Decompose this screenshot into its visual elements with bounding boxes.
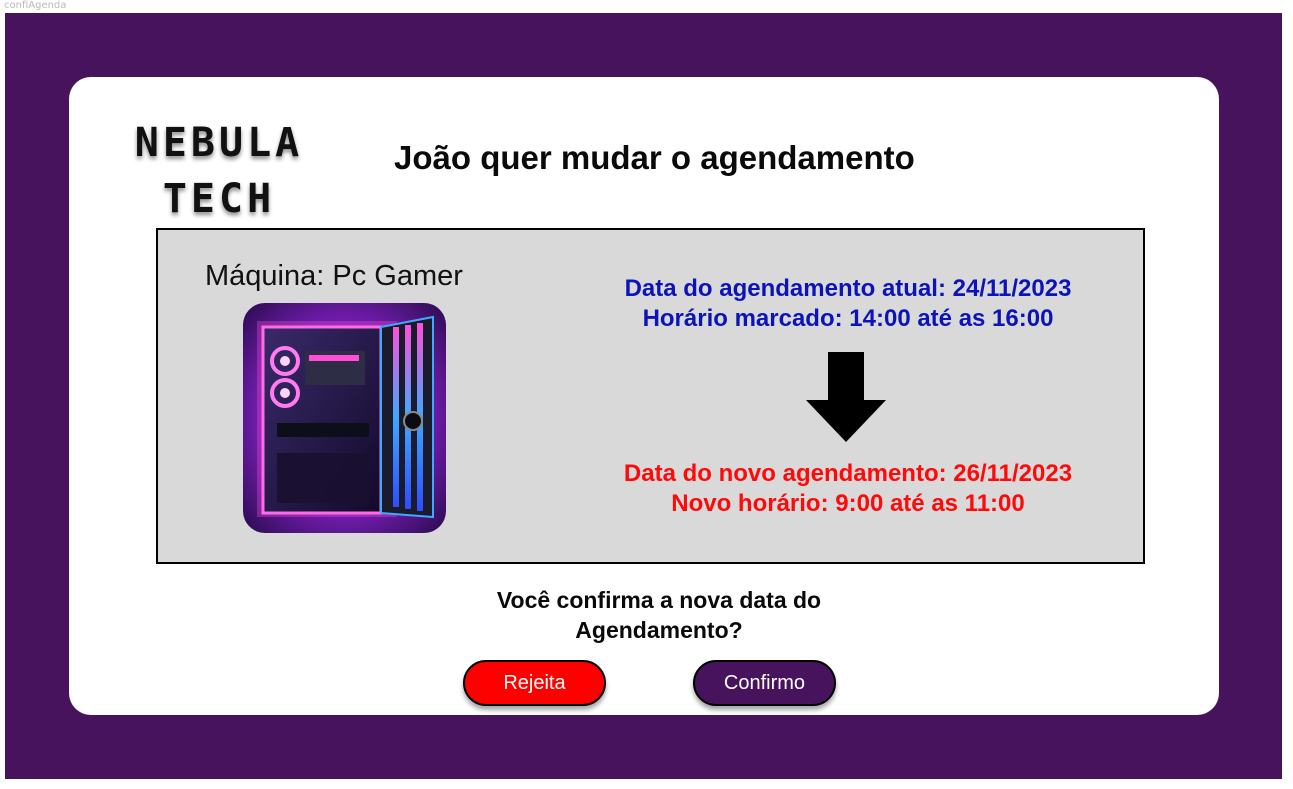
- logo-line-2: TECH: [162, 176, 276, 222]
- machine-label: Máquina: Pc Gamer: [205, 260, 463, 292]
- arrow-down-icon: [806, 352, 886, 442]
- reschedule-card: NEBULA TECH João quer mudar o agendament…: [69, 77, 1219, 715]
- page-title: João quer mudar o agendamento: [394, 139, 915, 176]
- confirm-question: Você confirma a nova data do Agendamento…: [449, 585, 869, 645]
- page-frame: NEBULA TECH João quer mudar o agendament…: [5, 13, 1282, 779]
- details-panel: Máquina: Pc Gamer Data do agendamento at…: [156, 228, 1145, 564]
- frame-label: confiAgenda: [4, 0, 67, 11]
- new-date: Data do novo agendamento: 26/11/2023: [623, 460, 1073, 487]
- nebula-tech-logo: NEBULA TECH: [119, 115, 319, 227]
- logo-line-1: NEBULA: [134, 120, 304, 166]
- question-line-1: Você confirma a nova data do: [496, 587, 822, 613]
- current-schedule: Data do agendamento atual: 24/11/2023 Ho…: [578, 274, 1118, 334]
- pc-gamer-image: [243, 303, 446, 533]
- current-date: Data do agendamento atual: 24/11/2023: [624, 275, 1072, 302]
- confirm-button[interactable]: Confirmo: [693, 660, 836, 706]
- reject-button[interactable]: Rejeita: [463, 660, 606, 706]
- current-time: Horário marcado: 14:00 até as 16:00: [642, 305, 1054, 332]
- new-schedule: Data do novo agendamento: 26/11/2023 Nov…: [578, 459, 1118, 519]
- new-time: Novo horário: 9:00 até as 11:00: [671, 490, 1025, 517]
- question-line-2: Agendamento?: [575, 617, 743, 643]
